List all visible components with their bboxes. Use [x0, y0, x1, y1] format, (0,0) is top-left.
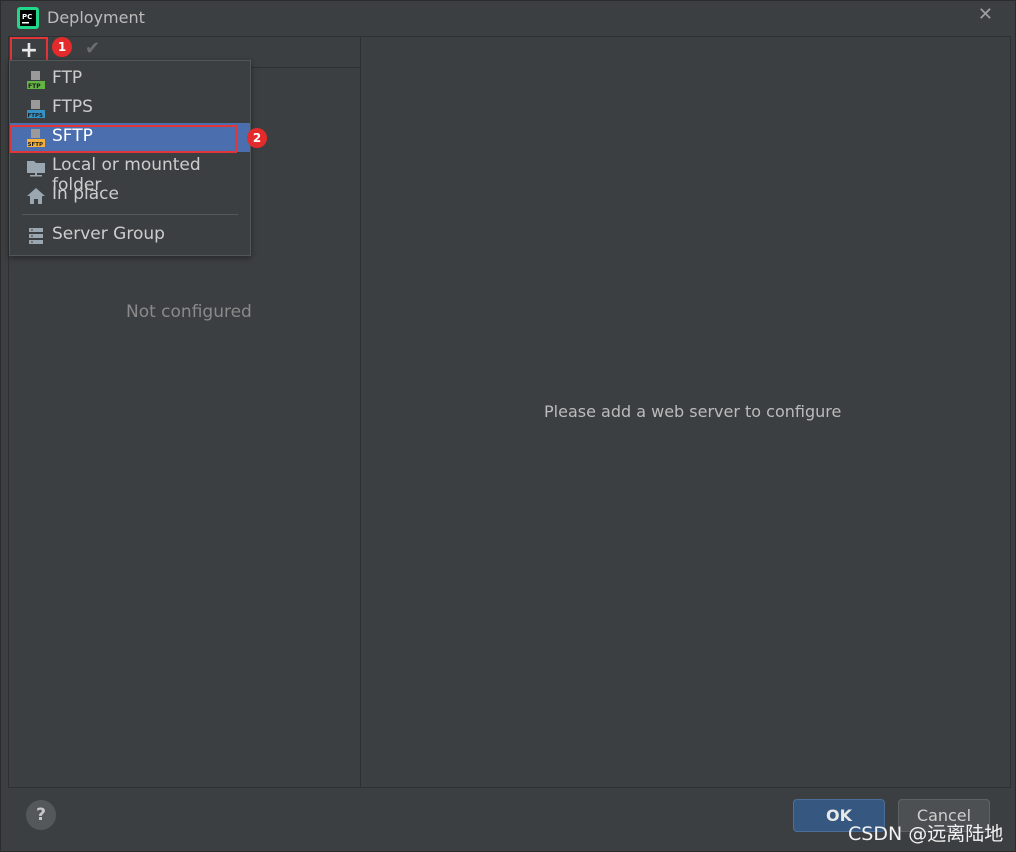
menu-item-local-folder[interactable]: Local or mounted folder [10, 152, 250, 195]
configure-placeholder: Please add a web server to configure [544, 402, 842, 421]
ftp-icon: FTP [27, 71, 45, 90]
menu-divider [22, 214, 238, 215]
menu-item-in-place[interactable]: In place [10, 181, 250, 210]
empty-state-label: Not configured [126, 302, 252, 322]
menu-item-label: Server Group [52, 224, 165, 244]
configuration-panel: Please add a web server to configure [361, 37, 1010, 787]
highlight-box-sftp [10, 125, 237, 153]
menu-item-label: FTP [52, 68, 83, 88]
svg-text:FTPS: FTPS [28, 113, 44, 119]
window-title: Deployment [47, 8, 145, 27]
menu-item-label: In place [52, 184, 119, 204]
menu-item-ftps[interactable]: FTPS FTPS [10, 94, 250, 123]
server-group-icon [29, 228, 43, 244]
ftps-icon: FTPS [27, 100, 45, 119]
folder-icon [27, 161, 45, 177]
checkmark-icon[interactable]: ✔ [85, 38, 100, 59]
menu-item-ftp[interactable]: FTP FTP [10, 65, 250, 94]
step-badge-1: 1 [52, 37, 72, 57]
title-bar: PC Deployment ✕ [1, 1, 1015, 35]
svg-text:FTP: FTP [28, 83, 41, 90]
close-icon[interactable]: ✕ [978, 4, 993, 25]
add-server-menu: FTP FTP FTPS FTPS SFTP SFTP Local or mou… [9, 60, 251, 256]
watermark: CSDN @远离陆地 [848, 823, 1004, 845]
menu-item-label: FTPS [52, 97, 93, 117]
help-button[interactable]: ? [26, 800, 56, 830]
step-badge-2: 2 [247, 128, 267, 148]
svg-text:PC: PC [22, 13, 32, 21]
home-icon [27, 188, 45, 204]
menu-item-server-group[interactable]: Server Group [10, 221, 250, 250]
pycharm-icon: PC [17, 7, 39, 29]
